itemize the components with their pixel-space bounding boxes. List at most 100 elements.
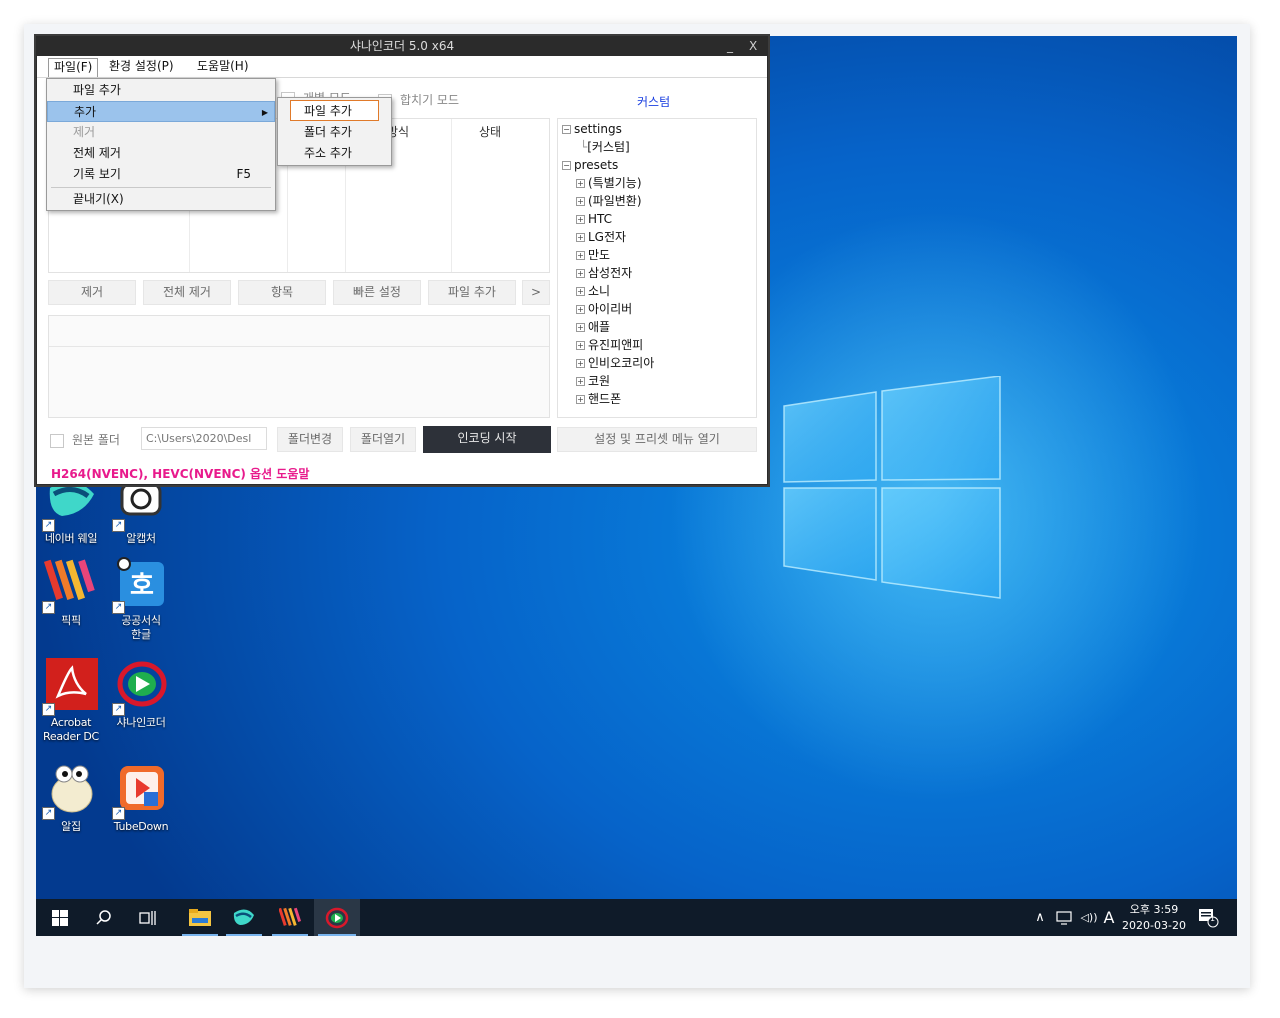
source-folder-checkbox[interactable]: 원본 폴더 <box>50 431 120 448</box>
picpick-icon: ↗ <box>42 556 98 614</box>
add-file-button[interactable]: 파일 추가 <box>428 280 516 305</box>
tree-node-preset[interactable]: + 인비오코리아 <box>576 354 654 372</box>
collapse-icon[interactable]: − <box>562 125 571 134</box>
file-explorer-icon <box>189 908 211 926</box>
items-button[interactable]: 항목 <box>238 280 326 305</box>
shana-encoder-icon: ↗ <box>112 658 168 716</box>
show-hidden-icons-button[interactable]: ∧ <box>1032 899 1048 936</box>
expand-icon[interactable]: + <box>576 341 585 350</box>
tree-node-preset[interactable]: + 삼성전자 <box>576 264 632 282</box>
tubedown-icon: ↗ <box>112 762 168 820</box>
tree-node-preset[interactable]: + HTC <box>576 210 612 228</box>
search-button[interactable] <box>86 899 122 936</box>
remove-button[interactable]: 제거 <box>48 280 136 305</box>
whale-icon <box>233 908 254 925</box>
menu-item-remove: 제거 <box>73 125 96 139</box>
preset-tree[interactable]: − settings └[커스텀] − presets + (특별기능) + (파일변환… <box>557 118 757 418</box>
desktop-icon-tubedown[interactable]: ↗ TubeDown <box>108 762 174 834</box>
desktop-icon-shana-encoder[interactable]: ↗ 샤나인코더 <box>108 658 174 730</box>
menu-item-exit[interactable]: 끝내기(X) <box>47 189 275 210</box>
collapse-icon[interactable]: − <box>562 161 571 170</box>
submenu-item-add-file[interactable]: 파일 추가 <box>290 100 379 121</box>
tree-node-preset[interactable]: + LG전자 <box>576 228 626 246</box>
menu-item-add[interactable]: 추가 ▶ <box>47 101 275 122</box>
expand-icon[interactable]: + <box>576 287 585 296</box>
close-button[interactable]: X <box>749 37 757 56</box>
menu-settings[interactable]: 환경 설정(P) <box>104 58 179 77</box>
custom-preset-label[interactable]: 커스텀 <box>637 93 670 110</box>
desktop-icon-acrobat[interactable]: ↗ Acrobat Reader DC <box>38 658 104 744</box>
icon-label: 알집 <box>61 820 81 833</box>
tree-node-preset[interactable]: + 애플 <box>576 318 610 336</box>
expand-icon[interactable]: + <box>576 305 585 314</box>
icon-label: TubeDown <box>113 820 169 833</box>
divider <box>49 346 549 347</box>
tree-node-settings[interactable]: − settings <box>562 120 622 138</box>
change-folder-button[interactable]: 폴더변경 <box>277 427 343 452</box>
tree-node-presets[interactable]: − presets <box>562 156 618 174</box>
menu-file[interactable]: 파일(F) <box>48 58 99 77</box>
tree-node-preset[interactable]: + 유진피앤피 <box>576 336 643 354</box>
start-button[interactable] <box>42 899 78 936</box>
more-button[interactable]: > <box>522 280 550 305</box>
taskbar-whale[interactable] <box>222 899 266 936</box>
expand-icon[interactable]: + <box>576 323 585 332</box>
menu-help[interactable]: 도움말(H) <box>192 58 254 77</box>
tree-node-preset[interactable]: + (파일변환) <box>576 192 642 210</box>
ime-indicator[interactable]: A <box>1100 899 1118 936</box>
output-path-input[interactable]: C:\Users\2020\Desl <box>141 427 267 450</box>
expand-icon[interactable]: + <box>576 359 585 368</box>
shortcut-arrow-icon: ↗ <box>42 601 55 614</box>
expand-icon[interactable]: + <box>576 215 585 224</box>
tree-node-preset[interactable]: + 핸드폰 <box>576 390 621 408</box>
minimize-button[interactable]: _ <box>727 37 733 56</box>
network-button[interactable] <box>1054 899 1076 936</box>
shortcut-arrow-icon: ↗ <box>42 519 55 532</box>
taskbar-file-explorer[interactable] <box>178 899 222 936</box>
expand-icon[interactable]: + <box>576 269 585 278</box>
taskbar-picpick[interactable] <box>268 899 312 936</box>
tree-node-preset[interactable]: + 소니 <box>576 282 610 300</box>
desktop-icon-picpick[interactable]: ↗ 픽픽 <box>38 556 104 628</box>
taskbar-shana-encoder[interactable] <box>314 899 360 936</box>
action-center-button[interactable]: 1 <box>1194 899 1224 936</box>
search-icon <box>96 909 111 925</box>
menu-item-remove-all[interactable]: 전체 제거 <box>47 143 275 164</box>
shortcut-arrow-icon: ↗ <box>112 807 125 820</box>
tree-node-preset[interactable]: + 만도 <box>576 246 610 264</box>
open-folder-button[interactable]: 폴더열기 <box>350 427 416 452</box>
submenu-item-add-folder[interactable]: 폴더 추가 <box>278 122 391 143</box>
desktop-icon-hangul[interactable]: 호 ↗ 공공서식 한글 <box>108 556 174 642</box>
picpick-icon <box>279 907 301 926</box>
clock-time: 오후 3:59 <box>1129 902 1179 916</box>
tree-node-preset[interactable]: + 코원 <box>576 372 610 390</box>
open-settings-menu-button[interactable]: 설정 및 프리셋 메뉴 열기 <box>557 427 757 452</box>
quick-settings-button[interactable]: 빠른 설정 <box>333 280 421 305</box>
submenu-item-add-url[interactable]: 주소 추가 <box>278 143 391 164</box>
desktop-icon-alzip[interactable]: ↗ 알집 <box>38 762 104 834</box>
expand-icon[interactable]: + <box>576 251 585 260</box>
tree-node-preset[interactable]: + 아이리버 <box>576 300 632 318</box>
menu-item-view-history[interactable]: 기록 보기 F5 <box>47 164 275 185</box>
tree-node-preset[interactable]: + (특별기능) <box>576 174 642 192</box>
task-view-icon <box>139 910 156 925</box>
expand-icon[interactable]: + <box>576 197 585 206</box>
shortcut-arrow-icon: ↗ <box>42 807 55 820</box>
tree-node-custom[interactable]: └[커스텀] <box>580 138 630 156</box>
start-encoding-button[interactable]: 인코딩 시작 <box>423 426 551 453</box>
icon-label: Acrobat Reader DC <box>43 716 99 743</box>
options-help-link[interactable]: H264(NVENC), HEVC(NVENC) 옵션 도움말 <box>51 465 309 482</box>
expand-icon[interactable]: + <box>576 179 585 188</box>
title-bar[interactable]: 샤나인코더 5.0 x64 _ X <box>37 37 767 56</box>
icon-label: 픽픽 <box>61 614 81 627</box>
expand-icon[interactable]: + <box>576 233 585 242</box>
column-header-status[interactable]: 상태 <box>479 123 501 140</box>
menu-item-add-file[interactable]: 파일 추가 <box>47 80 275 101</box>
clock[interactable]: 오후 3:59 2020-03-20 <box>1120 899 1188 936</box>
remove-all-button[interactable]: 전체 제거 <box>143 280 231 305</box>
expand-icon[interactable]: + <box>576 377 585 386</box>
expand-icon[interactable]: + <box>576 395 585 404</box>
task-view-button[interactable] <box>130 899 166 936</box>
window-title: 샤나인코더 5.0 x64 <box>349 39 455 53</box>
volume-button[interactable]: ◁)) <box>1078 899 1100 936</box>
